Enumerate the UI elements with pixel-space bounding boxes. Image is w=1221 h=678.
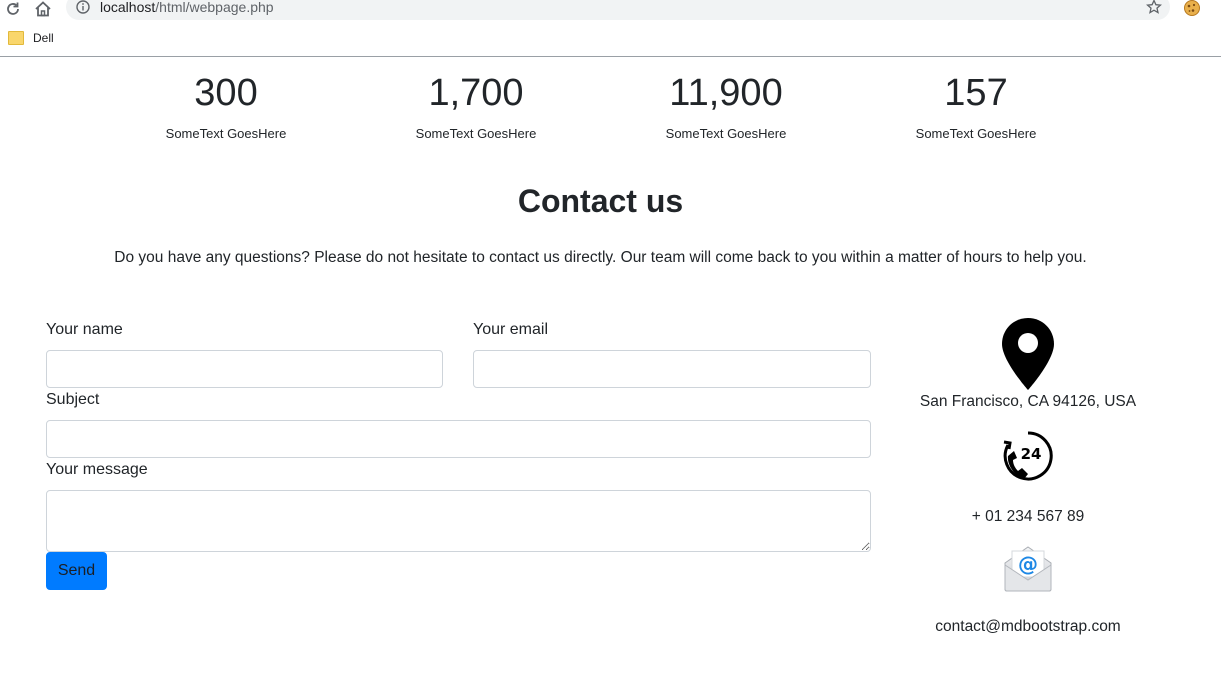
contact-description: Do you have any questions? Please do not… bbox=[114, 249, 1087, 266]
message-label: Your message bbox=[46, 461, 148, 478]
stat-value: 11,900 bbox=[669, 72, 783, 114]
svg-text:@: @ bbox=[1018, 552, 1038, 576]
address-bar[interactable]: localhost/html/webpage.php bbox=[66, 0, 1170, 20]
phone-24-icon: 24 bbox=[908, 430, 1148, 487]
stat-block: 11,900 SomeText GoesHere bbox=[616, 70, 836, 141]
info-icon[interactable] bbox=[76, 0, 90, 19]
stat-block: 300 SomeText GoesHere bbox=[116, 70, 336, 141]
folder-icon bbox=[8, 31, 24, 45]
svg-text:24: 24 bbox=[1021, 445, 1042, 463]
star-icon[interactable] bbox=[1146, 0, 1162, 20]
stat-value: 1,700 bbox=[428, 72, 524, 114]
bookmark-dell[interactable]: Dell bbox=[8, 31, 54, 45]
subject-field[interactable] bbox=[46, 420, 871, 458]
message-field[interactable] bbox=[46, 490, 871, 552]
address-text: San Francisco, CA 94126, USA bbox=[919, 393, 1137, 410]
reload-icon[interactable] bbox=[2, 0, 24, 20]
contact-title: Contact us bbox=[517, 183, 684, 219]
cookie-extension-icon[interactable] bbox=[1183, 0, 1201, 17]
send-button[interactable]: Send bbox=[46, 552, 107, 590]
email-text: contact@mdbootstrap.com bbox=[935, 618, 1121, 635]
bookmarks-bar: Dell bbox=[0, 26, 1221, 57]
name-label: Your name bbox=[46, 321, 123, 338]
url-host: localhost bbox=[100, 0, 156, 15]
phone-text: + 01 234 567 89 bbox=[971, 508, 1085, 525]
email-field[interactable] bbox=[473, 350, 871, 388]
name-field[interactable] bbox=[46, 350, 443, 388]
stat-block: 157 SomeText GoesHere bbox=[866, 70, 1086, 141]
stat-caption: SomeText GoesHere bbox=[415, 126, 537, 141]
url-text: localhost/html/webpage.php bbox=[100, 0, 274, 15]
browser-toolbar: localhost/html/webpage.php bbox=[0, 0, 1221, 24]
email-label: Your email bbox=[473, 321, 549, 338]
stat-block: 1,700 SomeText GoesHere bbox=[366, 70, 586, 141]
stat-caption: SomeText GoesHere bbox=[915, 126, 1037, 141]
url-path: /html/webpage.php bbox=[155, 0, 274, 15]
subject-label: Subject bbox=[46, 391, 100, 408]
map-pin-icon bbox=[908, 318, 1148, 395]
stat-value: 157 bbox=[944, 72, 1008, 114]
stat-caption: SomeText GoesHere bbox=[665, 126, 787, 141]
stat-value: 300 bbox=[194, 72, 258, 114]
home-icon[interactable] bbox=[32, 0, 54, 20]
bookmark-label: Dell bbox=[33, 31, 54, 45]
stat-caption: SomeText GoesHere bbox=[165, 126, 287, 141]
email-envelope-icon: @ bbox=[908, 545, 1148, 598]
